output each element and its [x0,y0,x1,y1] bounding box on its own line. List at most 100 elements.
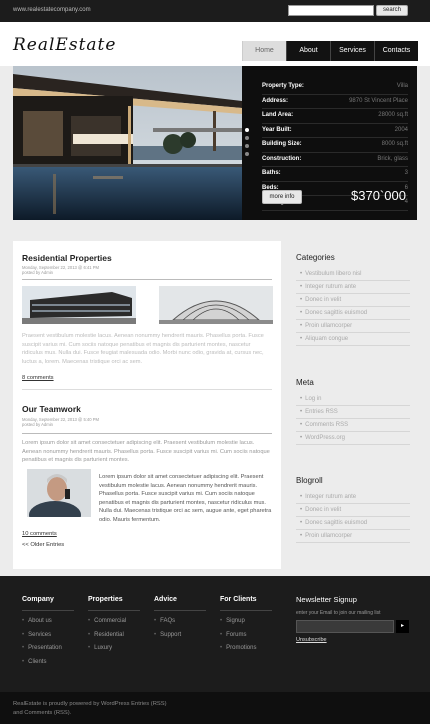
sidebar-item-category[interactable]: • Integer rutrum ante [296,281,410,294]
bullet-icon: • [22,618,25,624]
spec-value: 9870 St Vincent Place [349,97,408,104]
bullet-icon: • [88,631,91,638]
footer-link-label: Signup [226,618,245,624]
sidebar-item-category[interactable]: • Proin ullamcorper [296,320,410,333]
footer-link-label: Services [28,631,52,638]
main-content: Residential Properties Monday, September… [13,241,281,569]
sidebar-item-meta[interactable]: • Log in [296,393,410,406]
sidebar-item-blogroll[interactable]: • Donec in velit [296,504,410,517]
unsubscribe-link[interactable]: Unsubscribe [296,637,327,643]
sidebar-item-label: Donec sagittis euismod [305,520,368,526]
spec-label: Land Area: [262,112,294,118]
bottom-bar: RealEstate is proudly powered by WordPre… [0,692,430,724]
bullet-icon: • [88,645,91,651]
sidebar-item-meta[interactable]: • Entries RSS [296,406,410,419]
sidebar-item-meta[interactable]: • WordPress.org [296,432,410,445]
older-entries-link[interactable]: << Older Entries [22,542,64,548]
footer-link[interactable]: • About us [22,618,52,624]
sidebar-item-category[interactable]: • Vestibulum libero nisl [296,268,410,281]
more-info-button[interactable]: more info [262,190,302,204]
footer-divider [154,610,206,611]
footer-link[interactable]: • Residential [88,632,124,638]
nav-tab-home[interactable]: Home [242,41,286,61]
nav-tab-about[interactable]: About [286,41,330,61]
bullet-icon: • [300,507,303,513]
footer-link[interactable]: • Clients [22,659,46,665]
sidebar-item-meta[interactable]: • Comments RSS [296,419,410,432]
newsletter-email-input[interactable] [296,620,394,633]
sidebar-title-categories: Categories [296,253,335,262]
sidebar-item-blogroll[interactable]: • Integer rutrum ante [296,491,410,504]
footer-link-label: Luxury [94,645,113,651]
comments-link[interactable]: 10 comments [22,531,57,537]
post-body: Lorem ipsum dolor sit amet consectetuer … [99,474,272,523]
sidebar-item-category[interactable]: • Donec in velit [296,294,410,307]
footer-link[interactable]: • Commercial [88,618,126,624]
top-bar: www.realestatecompany.com search [0,0,430,22]
sidebar-item-blogroll[interactable]: • Proin ullamcorper [296,530,410,543]
footer-link[interactable]: • Support [154,632,181,638]
building-thumbnail[interactable] [159,286,273,324]
spec-label: Baths: [262,170,281,176]
spec-label: Property Type: [262,83,304,89]
team-photo[interactable] [27,469,91,529]
sidebar-item-blogroll[interactable]: • Donec sagittis euismod [296,517,410,530]
footer-link-label: Promotions [226,645,257,651]
footer-link[interactable]: • Presentation [22,645,62,651]
bullet-icon: • [22,658,25,665]
newsletter-label: enter your Email to join our mailing lis… [296,610,381,616]
bullet-icon: • [220,618,223,624]
slider-dot[interactable] [245,144,249,148]
footer-link[interactable]: • Forums [220,632,246,638]
post-title[interactable]: Our Teamwork [22,404,81,414]
spec-label: Building Size: [262,141,302,147]
spec-value: Brick, glass [377,155,408,162]
bullet-icon: • [154,631,157,638]
sidebar-item-label: Comments RSS [305,422,349,428]
bullet-icon: • [300,323,303,329]
sidebar-item-category[interactable]: • Donec sagittis euismod [296,307,410,320]
spec-row: Property Type: Villa [262,80,408,95]
footer-link-label: Forums [226,631,247,638]
footer-link[interactable]: • Luxury [88,645,112,651]
spec-row: Baths: 3 [262,167,408,182]
bullet-icon: • [300,271,303,277]
spec-row: Year Built: 2004 [262,124,408,138]
slider-dot[interactable] [245,136,249,140]
search-input[interactable] [288,5,374,16]
footer-link[interactable]: • Signup [220,618,245,624]
footer-divider [22,610,74,611]
footer-link-label: Commercial [94,618,127,624]
footer-link-label: FAQs [160,618,176,624]
footer-link-label: Residential [94,631,124,638]
slider-dot[interactable] [245,128,249,132]
post-title[interactable]: Residential Properties [22,253,112,263]
sidebar-item-label: Donec in velit [305,507,342,513]
slider-dot[interactable] [245,152,249,156]
footer-link[interactable]: • FAQs [154,618,175,624]
search-button[interactable]: search [376,5,408,16]
comments-link[interactable]: 8 comments [22,375,54,381]
bullet-icon: • [22,645,25,651]
copyright-text: RealEstate is proudly powered by WordPre… [13,701,167,716]
footer-link[interactable]: • Services [22,632,51,638]
bullet-icon: • [300,297,303,303]
bullet-icon: • [300,284,303,290]
building-thumbnail[interactable] [22,286,136,324]
nav-tab-services[interactable]: Services [330,41,374,61]
spec-value: 28000 sq.ft [378,112,408,118]
sidebar-item-category[interactable]: • Aliquam congue [296,333,410,346]
footer-link[interactable]: • Promotions [220,645,256,651]
spec-row: Land Area: 28000 sq.ft [262,109,408,124]
sidebar-item-label: WordPress.org [305,435,346,441]
site-logo[interactable]: RealEstate [13,35,116,55]
nav-tab-contacts[interactable]: Contacts [374,41,418,61]
bullet-icon: • [22,631,25,638]
bullet-icon: • [300,396,303,402]
bullet-icon: • [300,409,303,415]
bullet-icon: • [300,520,303,526]
spec-value: 2004 [394,126,408,133]
post-author: posted by Admin [22,270,53,275]
post-meta: Monday, September 22, 2013 @ 5:40 PM pos… [22,417,99,427]
newsletter-submit-button[interactable]: ▸ [396,620,409,633]
